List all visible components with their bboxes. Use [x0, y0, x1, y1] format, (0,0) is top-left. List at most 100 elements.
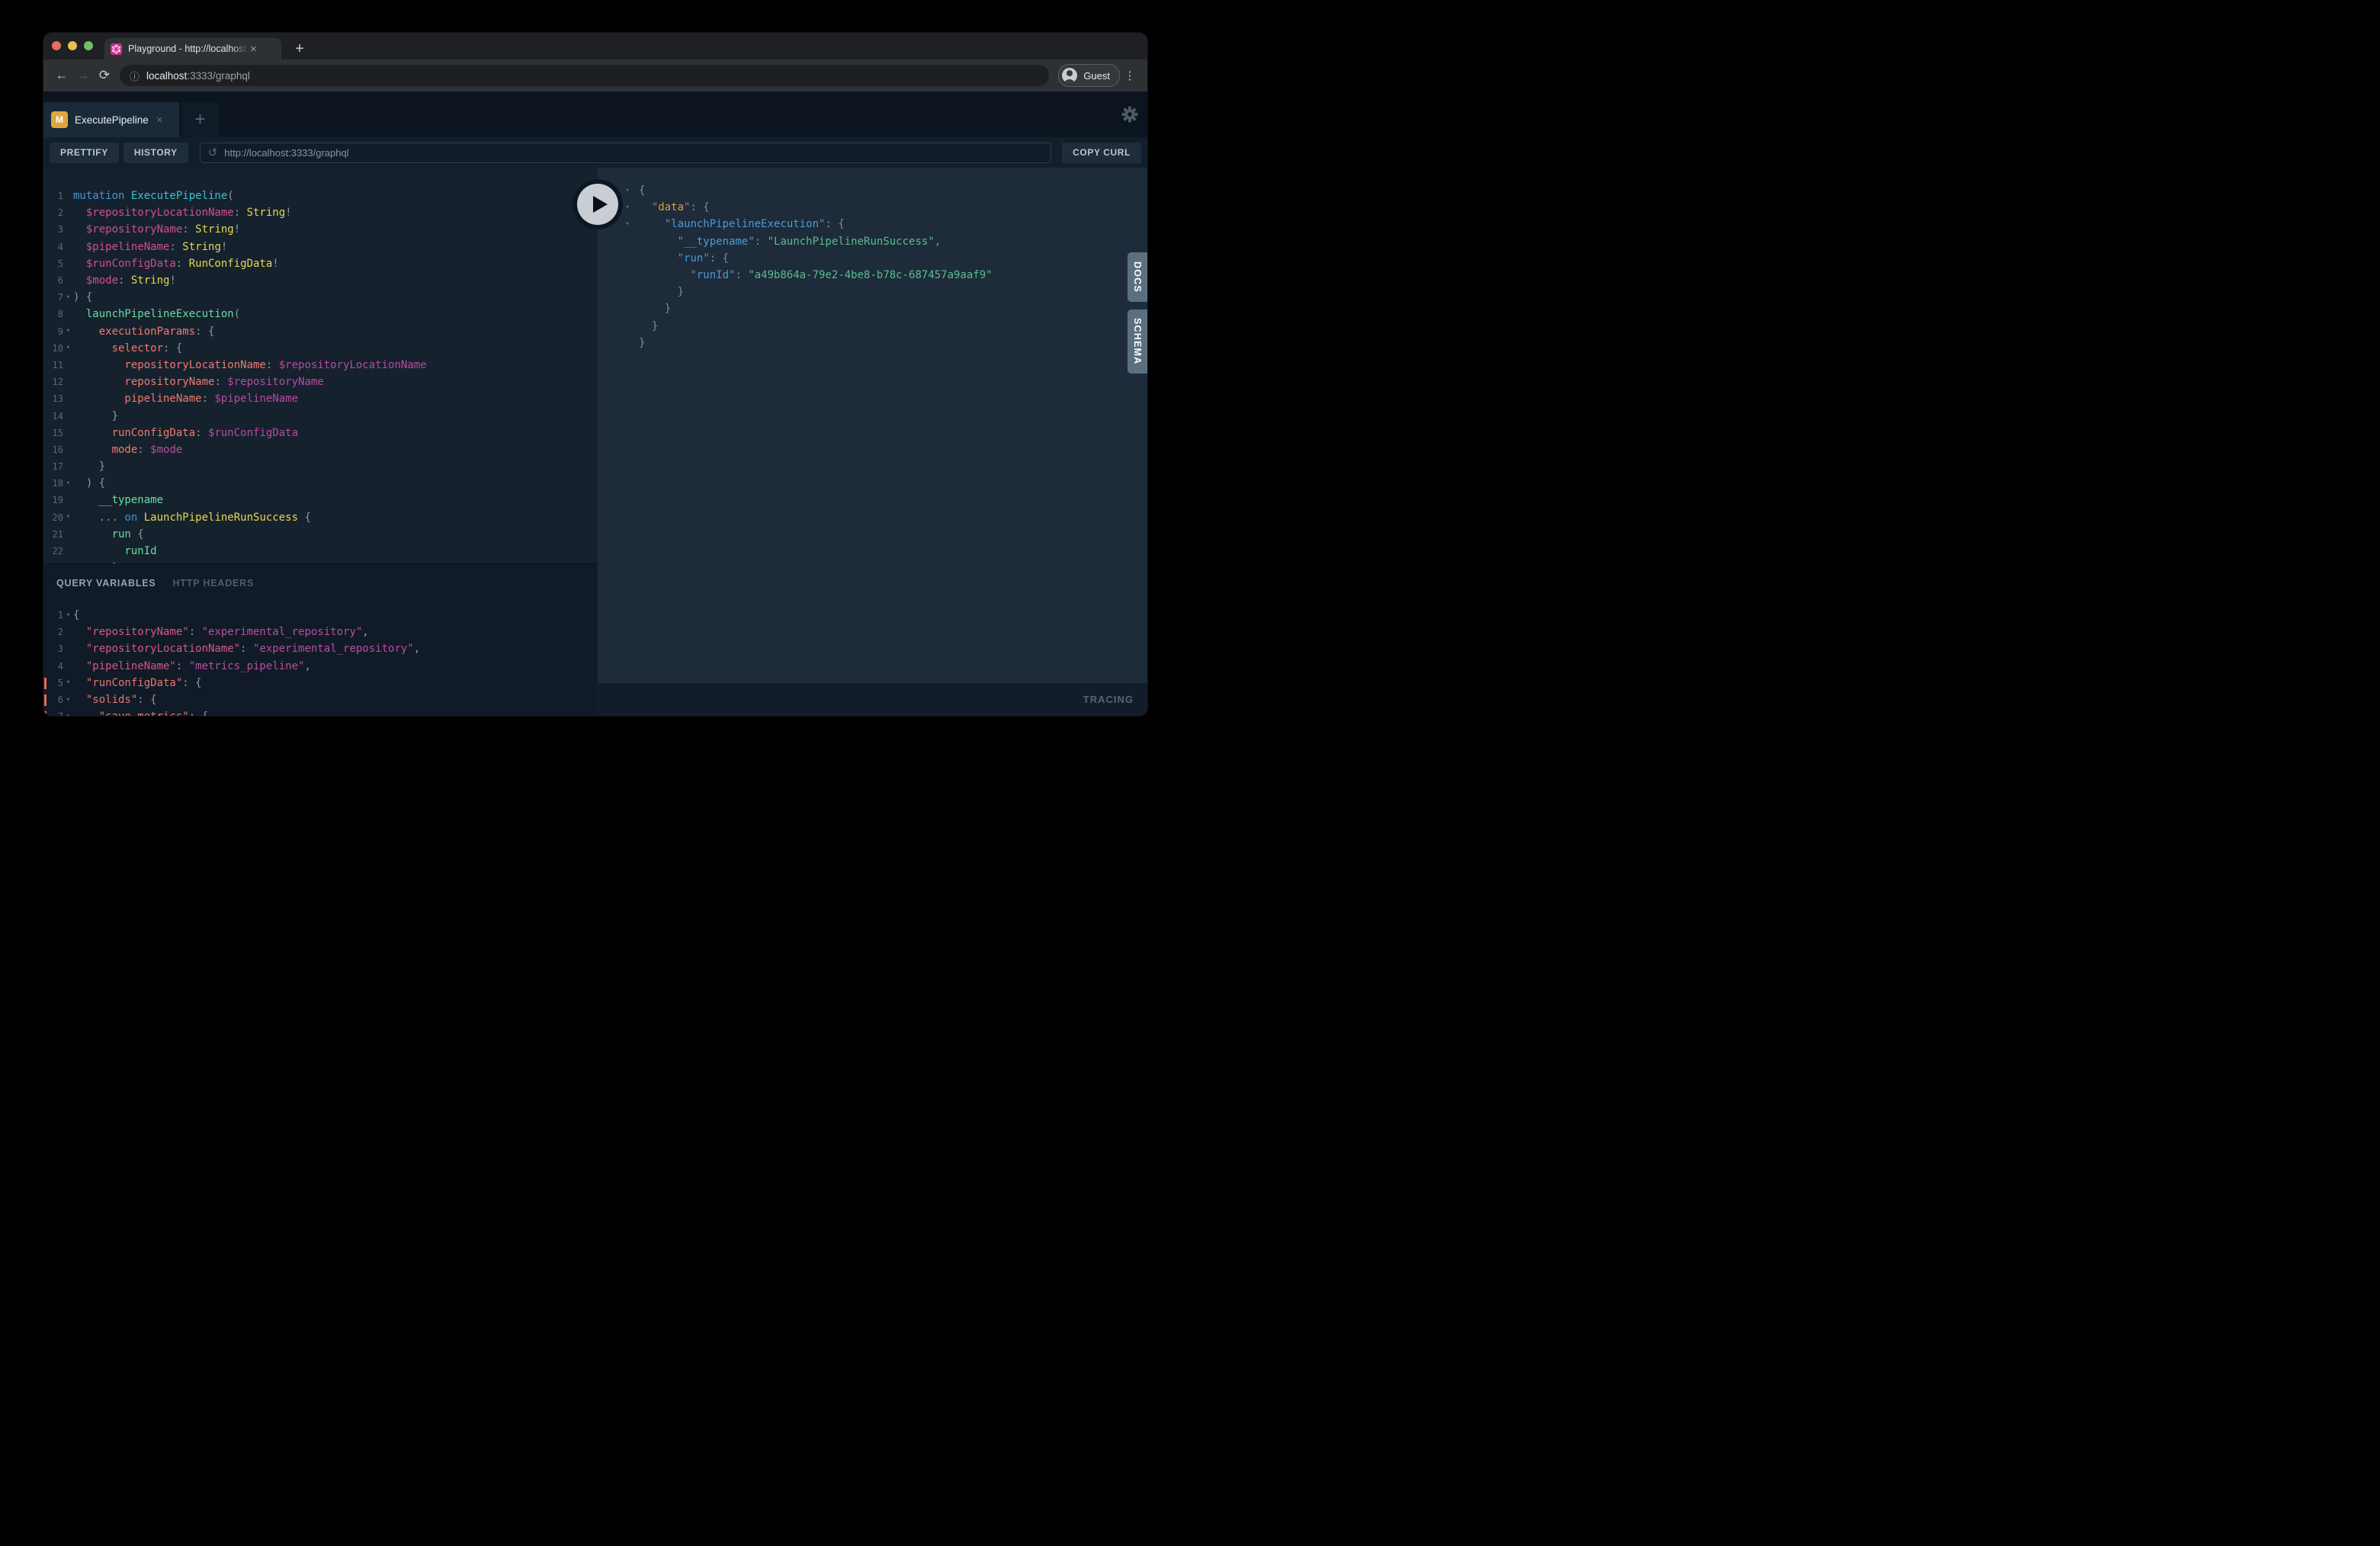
query-code-line[interactable]: 14 }: [43, 407, 598, 424]
tracing-label[interactable]: TRACING: [1083, 694, 1134, 705]
query-code-line[interactable]: 2 $repositoryLocationName: String!: [43, 204, 598, 221]
new-session-button[interactable]: +: [181, 102, 219, 137]
response-code-line[interactable]: ▾ "data": {: [598, 199, 1147, 216]
execute-button[interactable]: [573, 179, 623, 229]
response-code-line[interactable]: }: [598, 284, 1147, 300]
reload-icon[interactable]: ⟳: [94, 65, 115, 86]
fold-arrow-icon[interactable]: ▾: [63, 294, 73, 301]
query-code-line[interactable]: 13 pipelineName: $pipelineName: [43, 390, 598, 407]
variables-code-line[interactable]: 6▾ "solids": {: [43, 691, 598, 708]
response-code-line[interactable]: }: [598, 300, 1147, 317]
query-code-line[interactable]: 3 $repositoryName: String!: [43, 221, 598, 238]
response-code-line[interactable]: "run": {: [598, 250, 1147, 267]
endpoint-input[interactable]: ↺ http://localhost:3333/graphql: [200, 143, 1051, 163]
response-code-line[interactable]: ▾ "launchPipelineExecution": {: [598, 216, 1147, 233]
new-tab-button[interactable]: +: [289, 38, 310, 59]
variables-code-line[interactable]: 3 "repositoryLocationName": "experimenta…: [43, 640, 598, 657]
fold-arrow-icon[interactable]: ▾: [63, 480, 73, 487]
query-code-line[interactable]: 6 $mode: String!: [43, 272, 598, 289]
fold-arrow-icon[interactable]: ▾: [63, 697, 73, 704]
fold-arrow-icon[interactable]: ▾: [63, 328, 73, 335]
graphql-playground: M ExecutePipeline × +: [43, 91, 1147, 716]
line-number: 5: [47, 258, 63, 269]
line-number: 3: [47, 224, 63, 235]
address-url: localhost:3333/graphql: [146, 70, 250, 82]
fold-arrow-icon[interactable]: ▾: [622, 204, 633, 211]
line-number: 17: [47, 461, 63, 472]
endpoint-url: http://localhost:3333/graphql: [224, 147, 348, 159]
address-bar[interactable]: ⓘ localhost:3333/graphql: [120, 65, 1049, 86]
site-info-icon[interactable]: ⓘ: [130, 69, 140, 83]
line-number: 6: [47, 275, 63, 286]
response-code-line[interactable]: }: [598, 318, 1147, 335]
query-code-line[interactable]: 5 $runConfigData: RunConfigData!: [43, 255, 598, 272]
query-code-line[interactable]: 22 runId: [43, 543, 598, 560]
line-number: 22: [47, 546, 63, 556]
fold-arrow-icon[interactable]: ▾: [622, 188, 633, 194]
variables-code-line[interactable]: 1▾{: [43, 607, 598, 624]
query-code-line[interactable]: 7▾) {: [43, 289, 598, 306]
tab-close-icon[interactable]: ×: [250, 43, 257, 55]
session-tab-executepipeline[interactable]: M ExecutePipeline ×: [43, 102, 179, 137]
fold-arrow-icon[interactable]: ▾: [63, 679, 73, 686]
query-code-line[interactable]: 11 repositoryLocationName: $repositoryLo…: [43, 357, 598, 374]
query-code-line[interactable]: 17 }: [43, 458, 598, 475]
forward-icon[interactable]: →: [72, 65, 94, 86]
fold-arrow-icon[interactable]: ▾: [63, 345, 73, 351]
fold-arrow-icon[interactable]: ▾: [622, 221, 633, 228]
query-editor[interactable]: 1mutation ExecutePipeline(2 $repositoryL…: [43, 168, 598, 563]
query-code-line[interactable]: 12 repositoryName: $repositoryName: [43, 374, 598, 390]
close-window-button[interactable]: [52, 41, 61, 50]
fold-arrow-icon[interactable]: ▾: [63, 514, 73, 521]
profile-chip[interactable]: Guest: [1058, 64, 1120, 87]
play-icon: [577, 184, 618, 225]
query-code-line[interactable]: 18▾ ) {: [43, 475, 598, 492]
line-number: 9: [47, 326, 63, 337]
line-number: 14: [47, 411, 63, 422]
fold-arrow-icon[interactable]: ▾: [63, 612, 73, 619]
browser-tab[interactable]: Playground - http://localhost:3 ×: [104, 38, 281, 59]
browser-menu-icon[interactable]: ⋮: [1120, 69, 1140, 82]
response-code-line[interactable]: "__typename": "LaunchPipelineRunSuccess"…: [598, 233, 1147, 250]
fold-arrow-icon[interactable]: ▾: [63, 714, 73, 716]
query-code-line[interactable]: 20▾ ... on LaunchPipelineRunSuccess {: [43, 509, 598, 526]
variables-code-line[interactable]: 2 "repositoryName": "experimental_reposi…: [43, 624, 598, 640]
query-code-line[interactable]: 8 launchPipelineExecution(: [43, 306, 598, 322]
line-number: 2: [47, 627, 63, 637]
query-code-line[interactable]: 9▾ executionParams: {: [43, 323, 598, 340]
response-code-line[interactable]: }: [598, 335, 1147, 351]
session-close-icon[interactable]: ×: [156, 114, 163, 127]
variables-tabs: QUERY VARIABLES HTTP HEADERS: [43, 576, 598, 590]
browser-toolbar: ← → ⟳ ⓘ localhost:3333/graphql Guest ⋮: [43, 59, 1147, 91]
variables-code-line[interactable]: 4 "pipelineName": "metrics_pipeline",: [43, 658, 598, 675]
response-viewer[interactable]: ▾{▾ "data": {▾ "launchPipelineExecution"…: [598, 168, 1147, 683]
tab-http-headers[interactable]: HTTP HEADERS: [173, 578, 255, 589]
query-code-line[interactable]: 4 $pipelineName: String!: [43, 239, 598, 255]
settings-gear-icon[interactable]: [1121, 106, 1138, 123]
variables-code-line[interactable]: 7▾ "save_metrics": {: [43, 708, 598, 716]
line-number: 10: [47, 343, 63, 354]
response-code-line[interactable]: ▾{: [598, 182, 1147, 199]
response-code-line[interactable]: "runId": "a49b864a-79e2-4be8-b78c-687457…: [598, 267, 1147, 284]
prettify-button[interactable]: PRETTIFY: [50, 143, 119, 163]
reset-endpoint-icon[interactable]: ↺: [208, 146, 218, 159]
query-code-line[interactable]: 19 __typename: [43, 492, 598, 508]
docs-tab[interactable]: DOCS: [1127, 252, 1147, 302]
tab-query-variables[interactable]: QUERY VARIABLES: [56, 578, 156, 589]
back-icon[interactable]: ←: [51, 65, 72, 86]
query-code-line[interactable]: 21 run {: [43, 526, 598, 543]
minimize-window-button[interactable]: [68, 41, 77, 50]
session-tab-bar: M ExecutePipeline × +: [43, 91, 1147, 137]
query-code-line[interactable]: 16 mode: $mode: [43, 441, 598, 458]
copy-curl-button[interactable]: COPY CURL: [1062, 143, 1141, 163]
schema-tab[interactable]: SCHEMA: [1127, 310, 1147, 374]
variables-editor[interactable]: 1▾{2 "repositoryName": "experimental_rep…: [43, 607, 598, 716]
query-code-line[interactable]: 15 runConfigData: $runConfigData: [43, 425, 598, 441]
variables-code-line[interactable]: 5▾ "runConfigData": {: [43, 675, 598, 691]
history-button[interactable]: HISTORY: [123, 143, 188, 163]
query-code-line[interactable]: 10▾ selector: {: [43, 340, 598, 357]
query-code-line[interactable]: 23 }: [43, 560, 598, 563]
line-number: 1: [47, 191, 63, 201]
query-code-line[interactable]: 1mutation ExecutePipeline(: [43, 188, 598, 204]
zoom-window-button[interactable]: [84, 41, 93, 50]
